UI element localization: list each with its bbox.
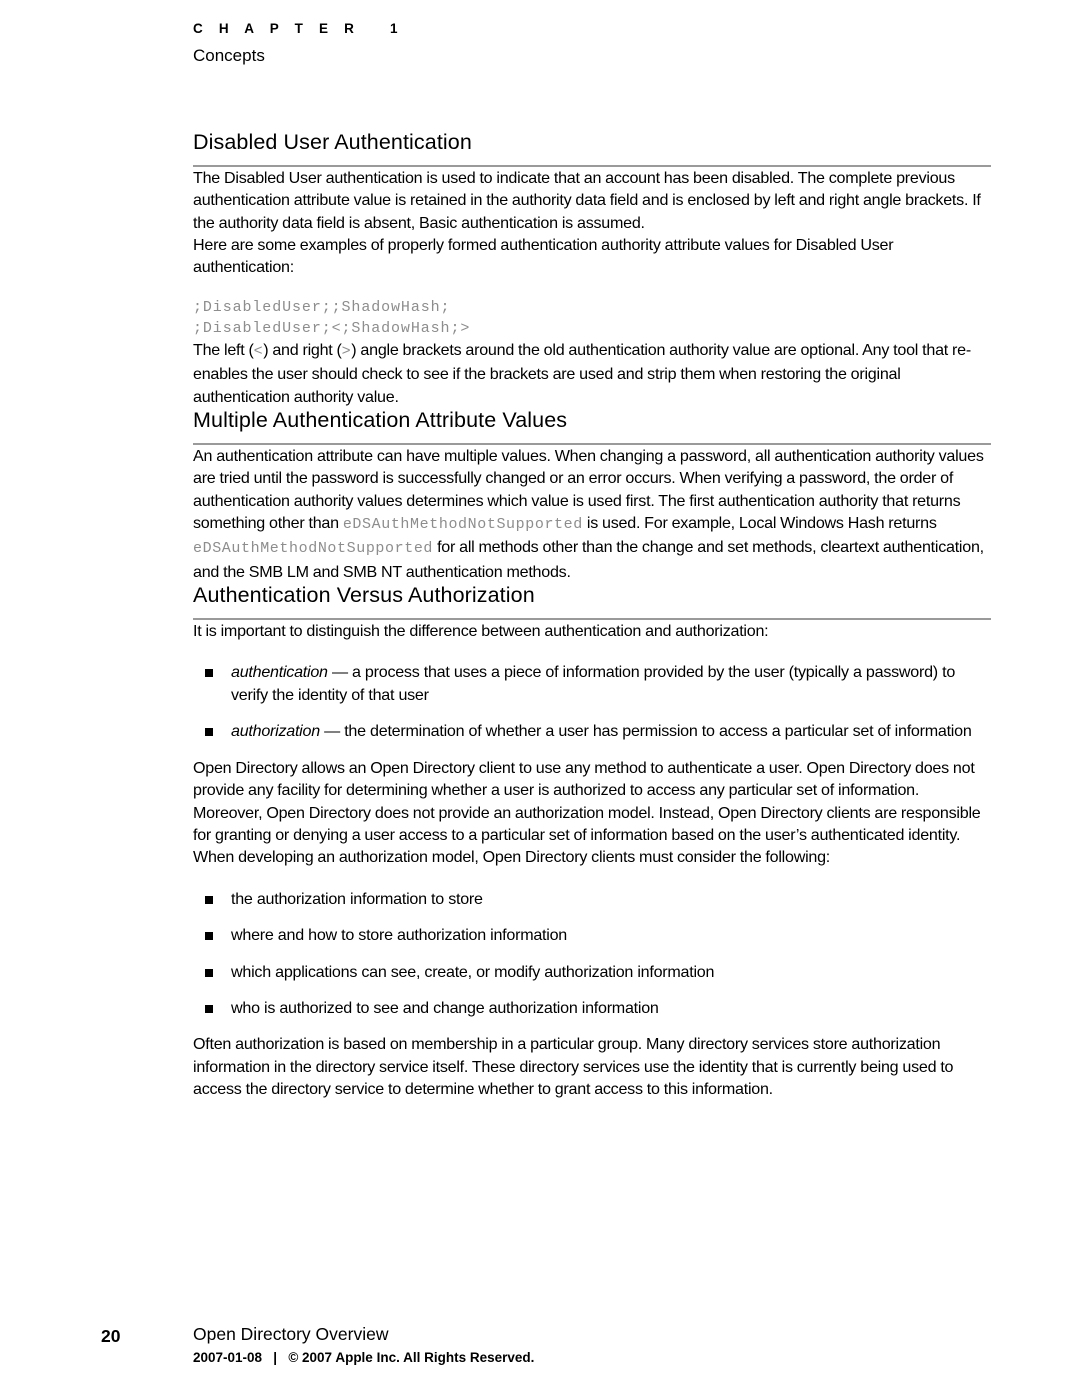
document-page: C H A P T E R 1 Concepts Disabled User A… — [0, 0, 1080, 1397]
page-footer: 20 Open Directory Overview 2007-01-08 | … — [0, 1320, 1080, 1390]
paragraph-disabled-user-intro: The Disabled User authentication is used… — [193, 168, 981, 232]
list-item: who is authorized to see and change auth… — [193, 997, 991, 1019]
list-item: authentication — a process that uses a p… — [193, 661, 991, 706]
definition-text-authorization: — the determination of whether a user ha… — [319, 722, 972, 741]
paragraph-part-b: is used. For example, Local Windows Hash… — [582, 514, 937, 533]
considerations-list: the authorization information to store w… — [193, 888, 991, 1020]
list-item: authorization — the determination of whe… — [193, 720, 991, 742]
consideration-label: which applications can see, create, or m… — [231, 962, 715, 981]
section-heading-multiple-authentication-attribute-values: Multiple Authentication Attribute Values — [193, 408, 991, 445]
consideration-label: where and how to store authorization inf… — [231, 926, 568, 945]
section-heading-authentication-versus-authorization: Authentication Versus Authorization — [193, 583, 991, 621]
list-item: the authorization information to store — [193, 888, 991, 910]
square-bullet-icon — [205, 932, 213, 941]
paragraph-angle-brackets-optional: The left (<) and right (>) angle bracket… — [193, 339, 991, 408]
paragraph-part-b: ) and right ( — [263, 340, 342, 359]
section-heading-disabled-user-authentication: Disabled User Authentication — [193, 130, 991, 167]
square-bullet-icon — [205, 1004, 213, 1013]
square-bullet-icon — [205, 895, 213, 904]
paragraph-multiple-attribute-values: An authentication attribute can have mul… — [193, 445, 991, 583]
paragraph-part-a: The left ( — [193, 340, 254, 359]
square-bullet-icon — [205, 728, 213, 737]
chapter-label: C H A P T E R 1 — [193, 21, 404, 36]
page-number: 20 — [101, 1326, 121, 1346]
consideration-label: who is authorized to see and change auth… — [231, 998, 659, 1017]
list-item: which applications can see, create, or m… — [193, 961, 991, 983]
inline-code-left-angle-bracket: < — [253, 342, 264, 360]
chapter-name: Concepts — [193, 45, 265, 65]
inline-code-edsauthmethodnotsupported-1: eDSAuthMethodNotSupported — [342, 516, 583, 534]
square-bullet-icon — [205, 968, 213, 977]
paragraph-authorization-model-lead: When developing an authorization model, … — [193, 848, 831, 867]
code-block-disabled-user-examples: ;DisabledUser;;ShadowHash; ;DisabledUser… — [193, 297, 991, 339]
paragraph-auth-intro: It is important to distinguish the diffe… — [193, 622, 769, 641]
definition-term-authorization: authorization — [231, 722, 320, 741]
inline-code-right-angle-bracket: > — [341, 342, 352, 360]
code-line-2: ;DisabledUser;<;ShadowHash;> — [193, 319, 471, 337]
chapter-header: C H A P T E R 1 Concepts — [193, 21, 893, 66]
paragraph-open-directory-authorization: Open Directory allows an Open Directory … — [193, 758, 981, 844]
paragraph-disabled-user-examples-lead: Here are some examples of properly forme… — [193, 236, 894, 277]
square-bullet-icon — [205, 669, 213, 678]
definition-text-authentication: — a process that uses a piece of informa… — [231, 663, 956, 704]
inline-code-edsauthmethodnotsupported-2: eDSAuthMethodNotSupported — [193, 540, 434, 558]
list-item: where and how to store authorization inf… — [193, 924, 991, 946]
footer-copyright: 2007-01-08 | © 2007 Apple Inc. All Right… — [193, 1350, 535, 1365]
paragraph-authorization-membership: Often authorization is based on membersh… — [193, 1035, 954, 1099]
consideration-label: the authorization information to store — [231, 889, 483, 908]
content-column: Disabled User Authentication The Disable… — [193, 130, 991, 1101]
code-line-1: ;DisabledUser;;ShadowHash; — [193, 298, 451, 316]
footer-document-title: Open Directory Overview — [193, 1324, 389, 1344]
definition-list: authentication — a process that uses a p… — [193, 661, 991, 742]
definition-term-authentication: authentication — [231, 663, 328, 682]
